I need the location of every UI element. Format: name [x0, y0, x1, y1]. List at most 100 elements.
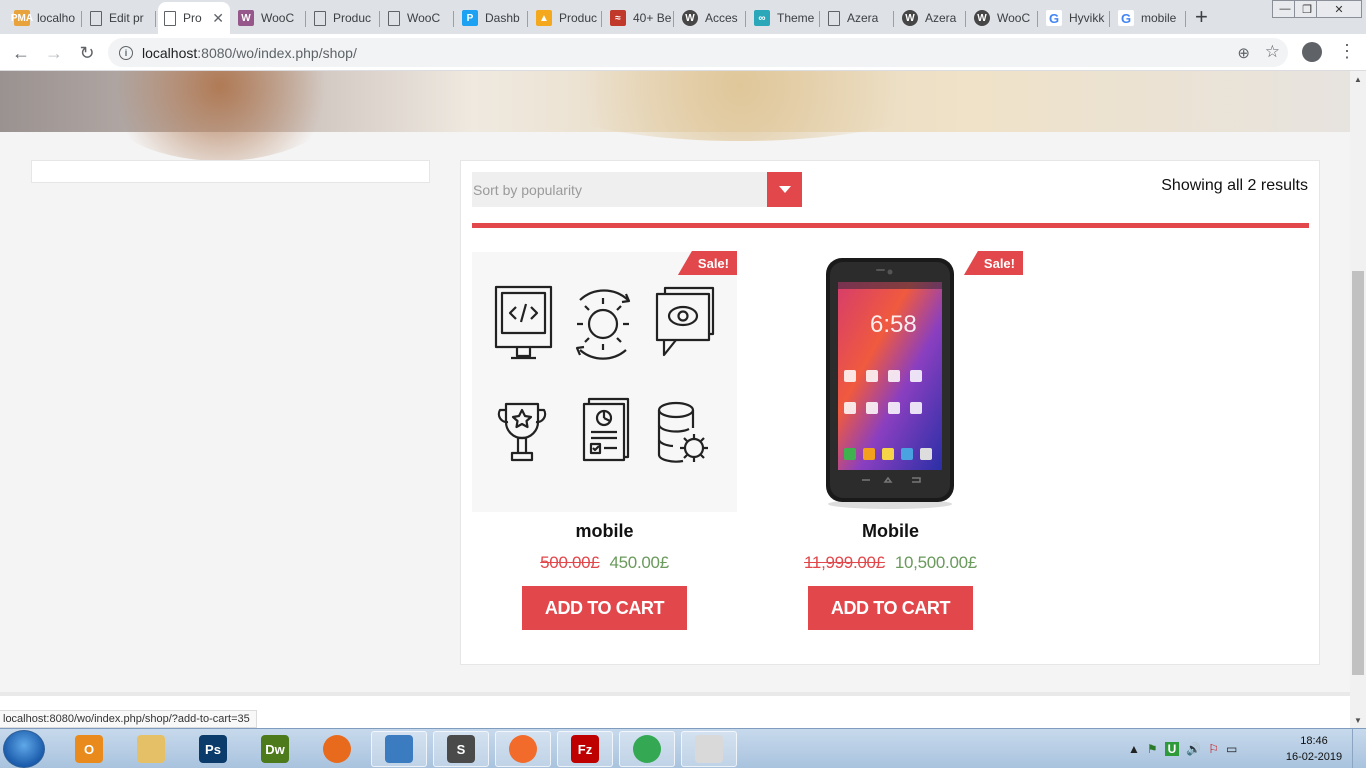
browser-tab[interactable]: Azera: [822, 4, 894, 32]
taskbar-postman[interactable]: [495, 731, 551, 767]
page-icon: [828, 10, 840, 26]
scroll-down-icon[interactable]: ▼: [1350, 712, 1366, 728]
new-tab-button[interactable]: +: [1195, 6, 1208, 28]
browser-tab[interactable]: WooC: [382, 4, 454, 32]
product-image[interactable]: 6:58 Sale!: [758, 251, 1023, 512]
page-scrollbar[interactable]: ▲ ▼: [1350, 71, 1366, 728]
icons-grid-image: [472, 252, 737, 512]
browser-tab[interactable]: Edit pr: [84, 4, 156, 32]
close-window-button[interactable]: ✕: [1316, 0, 1362, 18]
smartphone-image: 6:58: [758, 252, 1023, 512]
tab-separator: [1185, 11, 1186, 27]
bookmark-star-icon[interactable]: ☆: [1265, 42, 1280, 62]
taskbar-paint[interactable]: [681, 731, 737, 767]
taskbar-filezilla[interactable]: Fz: [557, 731, 613, 767]
show-desktop-button[interactable]: [1352, 729, 1366, 768]
divider: [472, 223, 1309, 228]
zoom-icon[interactable]: ⊕: [1237, 44, 1250, 62]
url-host: localhost: [142, 44, 198, 61]
tab-label: Produc: [333, 11, 372, 25]
tab-separator: [1037, 11, 1038, 27]
taskbar-explorer[interactable]: [123, 731, 179, 767]
system-clock[interactable]: 18:46 16-02-2019: [1284, 733, 1344, 765]
tab-separator: [819, 11, 820, 27]
tab-label: Dashb: [485, 11, 520, 25]
product-title[interactable]: Mobile: [758, 521, 1023, 542]
tab-label: Edit pr: [109, 11, 144, 25]
browser-menu-icon[interactable]: ⋮: [1338, 42, 1356, 60]
browser-tab[interactable]: W Azera: [896, 4, 966, 32]
browser-tab[interactable]: Produc: [308, 4, 380, 32]
browser-tab[interactable]: Gmobile: [1112, 4, 1186, 32]
browser-tab[interactable]: W Acces: [676, 4, 746, 32]
browser-tab[interactable]: Pro ✕: [158, 2, 230, 34]
postman-icon: [509, 735, 537, 763]
browser-tab[interactable]: ∞ Theme: [748, 4, 820, 32]
site-info-icon[interactable]: i: [119, 45, 133, 60]
browser-tab[interactable]: PMA localho: [8, 4, 82, 32]
taskbar-firefox[interactable]: [309, 731, 365, 767]
tab-separator: [81, 11, 82, 27]
app-tray-icon[interactable]: U: [1164, 742, 1180, 756]
product-card: Sale! mobile 500.00£ 450.00£ ADD TO CART: [472, 251, 737, 630]
paint-icon: [695, 735, 723, 763]
browser-tab[interactable]: W WooC: [968, 4, 1038, 32]
add-to-cart-button[interactable]: ADD TO CART: [808, 586, 973, 630]
network-icon[interactable]: ⚑: [1147, 742, 1158, 756]
browser-tab[interactable]: G Hyvikk: [1040, 4, 1110, 32]
tab-label: WooC: [407, 11, 441, 25]
tab-separator: [527, 11, 528, 27]
outlook-icon: O: [75, 735, 103, 763]
back-icon[interactable]: ←: [10, 42, 32, 64]
taskbar-messenger[interactable]: [371, 731, 427, 767]
browser-tab[interactable]: P Dashb: [456, 4, 528, 32]
reload-icon[interactable]: ↻: [76, 42, 98, 64]
google-icon: G: [1046, 10, 1062, 26]
forward-icon[interactable]: →: [43, 42, 65, 64]
graduation-icon: ▲: [536, 10, 552, 26]
start-button[interactable]: [3, 730, 45, 768]
product-price: 11,999.00£ 10,500.00£: [758, 553, 1023, 573]
sublime-icon: S: [447, 735, 475, 763]
close-tab-icon[interactable]: ✕: [212, 10, 224, 27]
product-image[interactable]: Sale!: [472, 251, 737, 512]
tab-label: WooC: [261, 11, 295, 25]
monitor-icon[interactable]: ▭: [1226, 742, 1237, 756]
taskbar-dreamweaver[interactable]: Dw: [247, 731, 303, 767]
browser-tab[interactable]: ▲ Produc: [530, 4, 602, 32]
scroll-up-icon[interactable]: ▲: [1350, 71, 1366, 87]
address-bar[interactable]: i localhost:8080/wo/index.php/shop/ ⊕ ☆: [108, 38, 1288, 67]
scrollbar-thumb[interactable]: [1352, 271, 1364, 675]
dashboard-icon: P: [462, 10, 478, 26]
browser-toolbar: ← → ↻ i localhost:8080/wo/index.php/shop…: [0, 34, 1366, 71]
taskbar-chrome[interactable]: [619, 731, 675, 767]
taskbar-outlook[interactable]: O: [61, 731, 117, 767]
taskbar-sublime[interactable]: S: [433, 731, 489, 767]
woo-icon: W: [238, 10, 254, 26]
tab-separator: [673, 11, 674, 27]
status-bar-url: localhost:8080/wo/index.php/shop/?add-to…: [0, 710, 257, 728]
messenger-icon: [385, 735, 413, 763]
tab-separator: [379, 11, 380, 27]
product-title[interactable]: mobile: [472, 521, 737, 542]
tab-separator: [305, 11, 306, 27]
add-to-cart-button[interactable]: ADD TO CART: [522, 586, 687, 630]
tray-expand-icon[interactable]: ▲: [1128, 742, 1140, 756]
sort-dropdown-label: Sort by popularity: [473, 181, 582, 198]
wordpress-icon: W: [974, 10, 990, 26]
flag-icon[interactable]: ⚐: [1208, 742, 1219, 756]
result-count: Showing all 2 results: [1161, 177, 1308, 194]
volume-icon[interactable]: 🔊: [1186, 742, 1201, 756]
tab-separator: [155, 11, 156, 27]
svg-text:6:58: 6:58: [870, 311, 917, 338]
browser-tab[interactable]: ≈40+ Be: [604, 4, 674, 32]
brand-icon: ≈: [610, 10, 626, 26]
browser-tab[interactable]: W WooC: [232, 4, 306, 32]
url-text[interactable]: localhost:8080/wo/index.php/shop/: [142, 45, 357, 61]
chevron-down-icon[interactable]: [767, 172, 802, 207]
tab-label: Theme: [777, 11, 815, 25]
taskbar-photoshop[interactable]: Ps: [185, 731, 241, 767]
tab-label: mobile: [1141, 11, 1177, 25]
profile-avatar-icon[interactable]: [1302, 42, 1322, 62]
sort-dropdown[interactable]: Sort by popularity: [472, 172, 802, 207]
